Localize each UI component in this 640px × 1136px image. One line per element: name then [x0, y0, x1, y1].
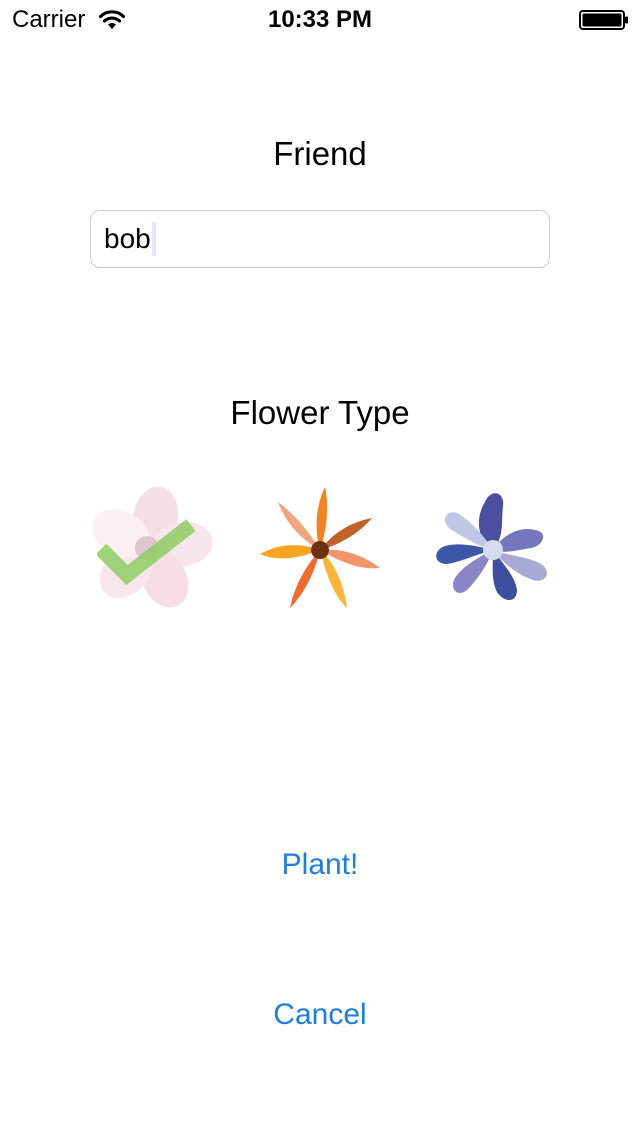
clock: 10:33 PM [267, 6, 373, 33]
friend-label: Friend [273, 135, 367, 172]
plant-flower-screen: Carrier 10:33 PM Friend Flower Type [0, 0, 640, 1136]
friend-name-field[interactable] [90, 210, 550, 268]
cancel-button[interactable]: Cancel [220, 995, 420, 1035]
battery-icon [579, 10, 629, 30]
text-cursor [152, 222, 156, 256]
pink-flower-icon[interactable] [85, 484, 215, 614]
blue-flower-icon[interactable] [428, 484, 558, 614]
plant-button[interactable]: Plant! [220, 845, 420, 885]
flower-type-label: Flower Type [230, 394, 410, 431]
orange-flower-icon[interactable] [255, 484, 385, 614]
status-bar: Carrier 10:33 PM [0, 0, 640, 40]
